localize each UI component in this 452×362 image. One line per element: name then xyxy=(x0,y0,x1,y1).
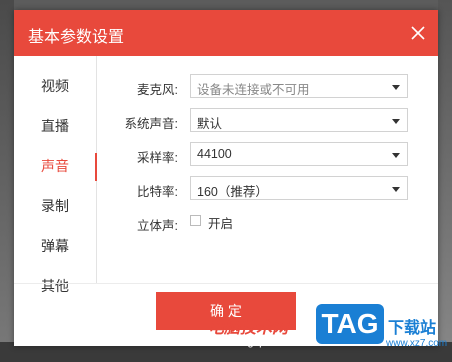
watermark-text: 电脑技术网 xyxy=(208,320,289,337)
close-icon[interactable] xyxy=(410,25,426,41)
mic-row: 麦克风: 设备未连接或不可用 xyxy=(96,74,408,100)
background-left xyxy=(0,0,14,362)
system-sound-label: 系统声音: xyxy=(124,117,178,131)
chevron-down-icon xyxy=(392,153,400,158)
stereo-option-label[interactable]: 开启 xyxy=(208,213,233,232)
sidebar-item-label: 直播 xyxy=(41,118,69,134)
settings-sidebar: 视频 直播 声音 录制 弹幕 其他 xyxy=(14,56,97,294)
sidebar-item-live[interactable]: 直播 xyxy=(14,116,96,138)
sidebar-item-other[interactable]: 其他 xyxy=(14,276,96,298)
dialog-title: 基本参数设置 xyxy=(28,29,125,46)
stereo-label: 立体声: xyxy=(137,219,178,233)
bitrate-label: 比特率: xyxy=(137,185,178,199)
chevron-down-icon xyxy=(392,85,400,90)
sample-rate-row: 采样率: 44100 xyxy=(96,142,408,168)
system-sound-value: 默认 xyxy=(197,117,223,131)
sidebar-item-record[interactable]: 录制 xyxy=(14,196,96,218)
sample-rate-select[interactable]: 44100 xyxy=(190,142,408,166)
watermark-url: www.tagxp.com xyxy=(212,336,290,348)
footer-divider xyxy=(14,283,438,284)
stereo-row: 立体声: 开启 xyxy=(96,210,396,236)
sample-rate-label: 采样率: xyxy=(137,151,178,165)
system-sound-select[interactable]: 默认 xyxy=(190,108,408,132)
sidebar-item-danmaku[interactable]: 弹幕 xyxy=(14,236,96,258)
stereo-checkbox[interactable] xyxy=(190,215,201,226)
mic-label: 麦克风: xyxy=(137,83,178,97)
mic-select[interactable]: 设备未连接或不可用 xyxy=(190,74,408,98)
watermark-tag-logo: TAG xyxy=(316,304,384,344)
chevron-down-icon xyxy=(392,187,400,192)
bitrate-row: 比特率: 160（推荐） xyxy=(96,176,408,202)
watermark-download-text: 下载站 xyxy=(388,320,437,337)
sidebar-item-sound[interactable]: 声音 xyxy=(14,153,97,181)
sidebar-item-label: 录制 xyxy=(41,198,69,214)
watermark-download-url: www.xz7.com xyxy=(386,338,448,349)
settings-dialog: 基本参数设置 视频 直播 声音 录制 弹幕 其他 麦克风: 设备未连接或不可用 … xyxy=(14,10,438,346)
bitrate-value: 160（推荐） xyxy=(197,185,268,199)
sidebar-item-label: 视频 xyxy=(41,78,69,94)
bitrate-select[interactable]: 160（推荐） xyxy=(190,176,408,200)
sidebar-item-label: 声音 xyxy=(41,158,69,174)
chevron-down-icon xyxy=(392,119,400,124)
background-right xyxy=(438,0,452,362)
dialog-titlebar: 基本参数设置 xyxy=(14,10,438,56)
system-sound-row: 系统声音: 默认 xyxy=(96,108,408,134)
sidebar-item-label: 弹幕 xyxy=(41,238,69,254)
sidebar-item-video[interactable]: 视频 xyxy=(14,76,96,98)
mic-value: 设备未连接或不可用 xyxy=(197,83,310,97)
background-top xyxy=(0,0,452,10)
sample-rate-value: 44100 xyxy=(197,147,232,161)
sidebar-item-label: 其他 xyxy=(41,278,69,294)
